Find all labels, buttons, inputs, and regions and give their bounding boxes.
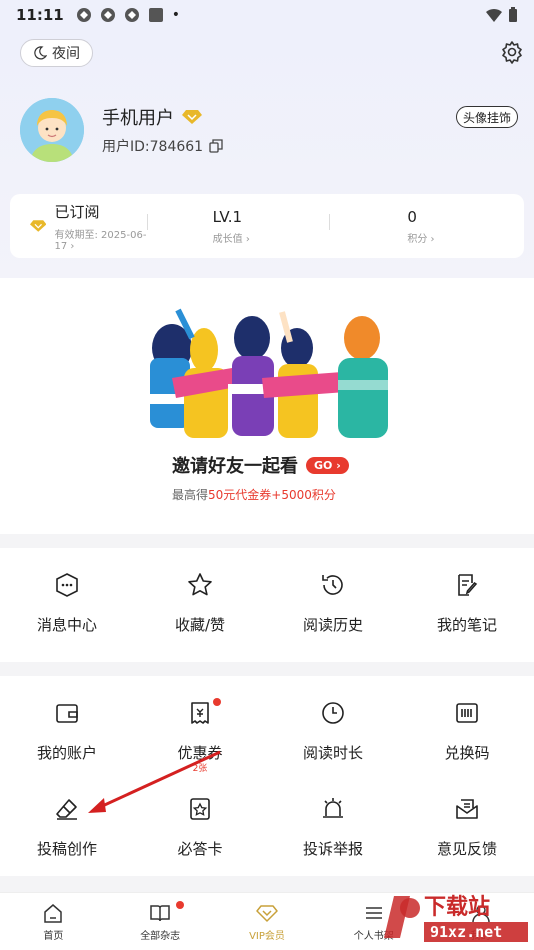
menu-item-favorites[interactable]: 收藏/赞 — [133, 572, 267, 635]
go-button[interactable]: GO › — [306, 456, 349, 474]
menu-item-label: 投诉举报 — [302, 840, 363, 858]
status-bar: 11:11 • — [0, 0, 534, 30]
tab-magazines[interactable]: 全部杂志 — [107, 893, 214, 950]
user-id: 用户ID:784661 — [102, 136, 223, 156]
menu-item-label: 必答卡 — [177, 840, 223, 858]
tab-label: 全部杂志 — [140, 930, 181, 942]
user-name: 手机用户 — [102, 104, 202, 130]
invite-subtitle: 最高得50元代金券+5000积分 — [172, 486, 336, 503]
menu-item-label: 优惠券 — [177, 744, 223, 762]
card-icon — [190, 798, 210, 820]
avatar[interactable] — [20, 98, 84, 162]
tab-label: 首页 — [43, 930, 64, 942]
wallet-icon — [56, 704, 78, 723]
moon-icon — [34, 46, 47, 60]
coupon-count: 2张 — [192, 764, 208, 774]
invite-sub-prefix: 最高得 — [172, 488, 209, 502]
battery-icon — [509, 7, 517, 22]
invite-reward: 50元代金券+5000积分 — [208, 488, 336, 502]
notification-icon — [100, 8, 115, 22]
status-time: 11:11 — [16, 6, 64, 24]
menu-item-label: 投稿创作 — [36, 840, 97, 858]
alarm-icon — [323, 798, 343, 818]
tab-home[interactable]: 首页 — [0, 893, 107, 950]
level-label: 成长值 › — [212, 233, 250, 245]
menu-item-label: 意见反馈 — [436, 840, 497, 858]
copy-icon[interactable] — [209, 139, 223, 153]
subscription-stat[interactable]: 已订阅 有效期至: 2025-06-17 › — [10, 201, 147, 252]
invite-banner[interactable]: 邀请好友一起看 GO › 最高得50元代金券+5000积分 — [0, 278, 534, 534]
menu-item-feedback[interactable]: 意见反馈 — [400, 796, 534, 859]
menu-item-answer-card[interactable]: 必答卡 — [133, 796, 267, 859]
note-icon — [458, 574, 478, 596]
subscription-expiry: 有效期至: 2025-06-17 › — [54, 229, 147, 252]
level-value: LV.1 — [212, 207, 243, 226]
message-icon — [56, 573, 78, 597]
user-id-text: 用户ID:784661 — [102, 139, 204, 155]
subscription-status: 已订阅 — [54, 202, 100, 221]
book-icon — [150, 904, 170, 921]
menu-item-reading-time[interactable]: 阅读时长 — [266, 700, 400, 763]
night-mode-label: 夜间 — [52, 46, 80, 62]
avatar-pendant-button[interactable]: 头像挂饰 — [455, 106, 518, 128]
menu-item-account[interactable]: 我的账户 — [0, 700, 134, 763]
menu-item-label: 消息中心 — [36, 616, 97, 634]
menu-item-history[interactable]: 阅读历史 — [266, 572, 400, 635]
friends-illustration — [150, 308, 388, 438]
watermark-url: 91xz.net — [430, 923, 502, 941]
night-mode-button[interactable]: 夜间 — [20, 39, 93, 67]
menu-item-label: 我的笔记 — [436, 616, 497, 634]
star-icon — [188, 573, 212, 596]
invite-title-text: 邀请好友一起看 — [172, 456, 298, 477]
watermark-text: 下载站 — [424, 894, 490, 920]
feedback-icon — [456, 799, 478, 819]
user-name-text: 手机用户 — [102, 108, 174, 129]
menu-item-label: 阅读时长 — [302, 744, 363, 762]
menu-item-messages[interactable]: 消息中心 — [0, 572, 134, 635]
menu-item-label: 收藏/赞 — [174, 616, 226, 634]
stats-card: 已订阅 有效期至: 2025-06-17 › LV.1 成长值 › 0 积分 › — [10, 194, 524, 258]
home-icon — [44, 903, 63, 923]
menu-item-coupons[interactable]: 优惠券 2张 — [133, 698, 267, 774]
menu-item-submit[interactable]: 投稿创作 — [0, 796, 134, 859]
menu-section-1: 消息中心 收藏/赞 阅读历史 我的笔记 — [0, 548, 534, 662]
points-label: 积分 › — [407, 233, 435, 245]
tab-label: VIP会员 — [249, 930, 285, 942]
vip-diamond-icon — [30, 220, 47, 232]
vip-diamond-icon — [182, 110, 202, 124]
points-value: 0 — [407, 207, 417, 226]
profile-header: 夜间 手机用户 用户ID:784661 头像挂饰 已订阅 有效期至: 2025-… — [0, 30, 534, 278]
menu-item-report[interactable]: 投诉举报 — [266, 796, 400, 859]
clock-icon — [322, 702, 344, 724]
points-stat[interactable]: 0 积分 › — [329, 208, 524, 245]
diamond-icon — [256, 904, 278, 922]
coupon-icon — [191, 702, 209, 724]
more-dot-icon: • — [171, 7, 181, 23]
barcode-icon — [456, 703, 478, 723]
notification-icon — [148, 8, 163, 22]
level-stat[interactable]: LV.1 成长值 › — [146, 207, 330, 245]
tab-vip[interactable]: VIP会员 — [214, 893, 321, 950]
watermark-logo: 下载站 91xz.net — [380, 888, 530, 946]
wifi-icon — [486, 8, 502, 22]
gear-icon[interactable] — [500, 40, 524, 64]
notification-icon — [76, 8, 91, 22]
invite-title: 邀请好友一起看 GO › — [172, 452, 349, 478]
menu-item-label: 兑换码 — [444, 744, 490, 762]
menu-section-2: 我的账户 优惠券 2张 阅读时长 兑换码 投稿创作 必答卡 投诉举报 意见反馈 — [0, 676, 534, 876]
new-badge-dot — [213, 698, 221, 706]
menu-item-label: 阅读历史 — [302, 616, 363, 634]
menu-item-label: 我的账户 — [36, 744, 97, 762]
menu-item-notes[interactable]: 我的笔记 — [400, 572, 534, 635]
new-badge-dot — [175, 901, 184, 909]
menu-item-redeem[interactable]: 兑换码 — [400, 700, 534, 763]
history-icon — [322, 575, 343, 595]
eraser-icon — [56, 799, 77, 820]
notification-icon — [124, 8, 139, 22]
